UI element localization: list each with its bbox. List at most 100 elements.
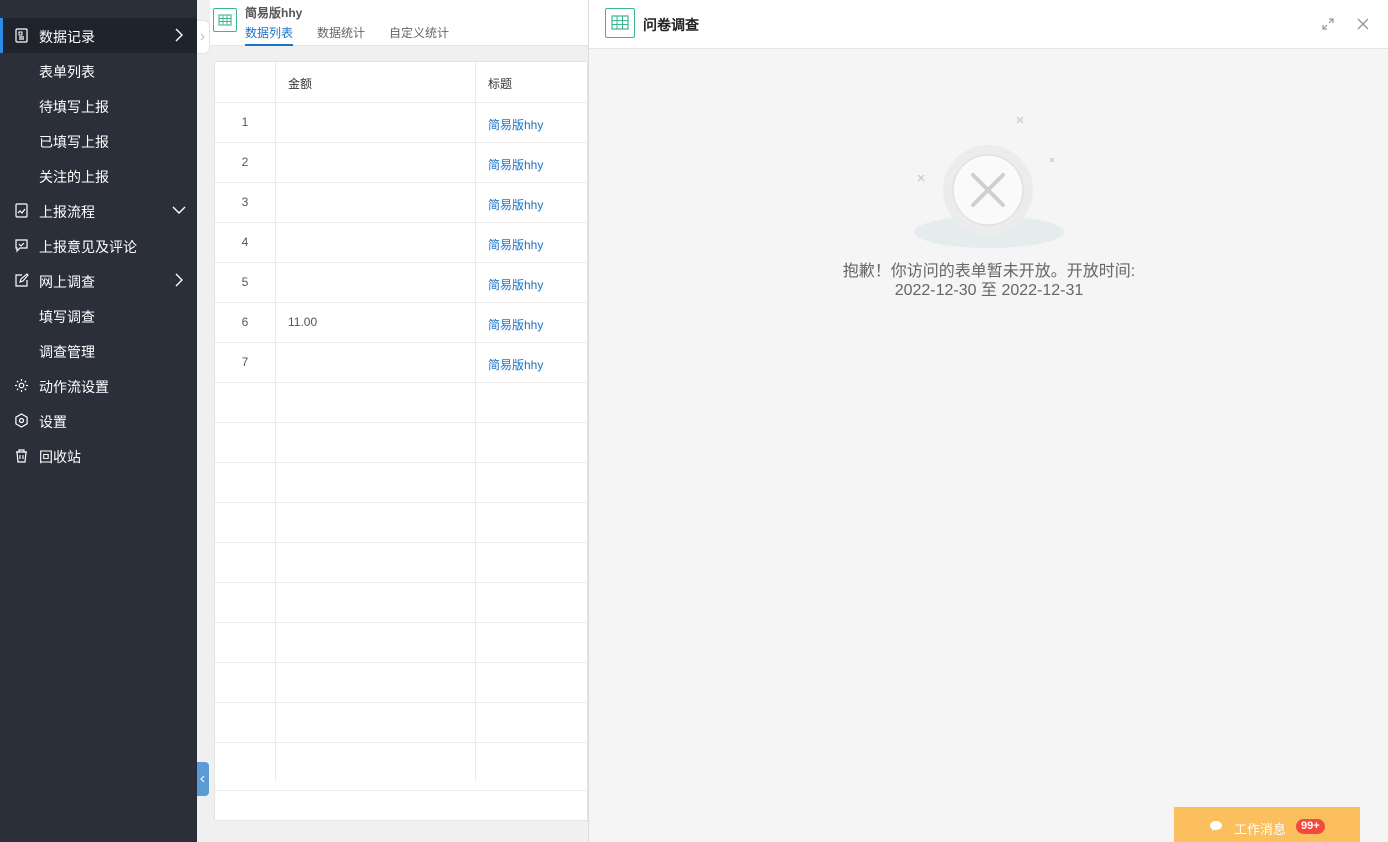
row-divider: [215, 262, 589, 263]
row-divider: [215, 622, 589, 623]
flow-doc-icon: [15, 203, 28, 218]
sidebar-item-label: 动作流设置: [39, 379, 109, 395]
form-header: 简易版hhy 数据列表 数据统计 自定义统计: [210, 0, 588, 46]
row-divider: [215, 462, 589, 463]
row-divider: [215, 662, 589, 663]
table-icon: [213, 8, 237, 32]
comment-icon: [15, 239, 28, 253]
sidebar-item-comments[interactable]: 上报意见及评论: [0, 228, 197, 263]
sidebar-item-data-records[interactable]: 数据记录: [0, 18, 197, 53]
column-divider: [475, 62, 476, 780]
sidebar-item-label: 填写调查: [39, 309, 95, 325]
edit-icon: [15, 273, 29, 287]
row-divider: [215, 502, 589, 503]
expand-handle[interactable]: [197, 20, 210, 54]
sidebar-item-settings[interactable]: 设置: [0, 403, 197, 438]
column-header-amount[interactable]: 金额: [288, 75, 312, 92]
main-content: 简易版hhy 数据列表 数据统计 自定义统计 金额 标题 1 简易版hhy 2 …: [210, 0, 589, 842]
data-table: 金额 标题 1 简易版hhy 2 简易版hhy 3 简易版hhy 4 简易版hh…: [214, 61, 589, 821]
tab-custom-stats[interactable]: 自定义统计: [389, 24, 449, 41]
title-link[interactable]: 简易版hhy: [488, 156, 543, 173]
message-line: 抱歉！你访问的表单暂未开放。开放时间:: [842, 263, 1136, 280]
table-footer-divider: [215, 790, 589, 791]
unread-count-badge: 99+: [1296, 819, 1325, 834]
trash-icon: [16, 449, 27, 463]
row-divider: [215, 222, 589, 223]
work-message-button[interactable]: 工作消息 99+: [1174, 807, 1360, 842]
sidebar-item-label: 调查管理: [39, 344, 95, 360]
title-link[interactable]: 简易版hhy: [488, 276, 543, 293]
hexagon-settings-icon: [15, 413, 28, 428]
title-link[interactable]: 简易版hhy: [488, 116, 543, 133]
row-number: 1: [241, 115, 249, 129]
column-header-title[interactable]: 标题: [488, 75, 512, 92]
row-divider: [215, 422, 589, 423]
sidebar-item-label: 回收站: [39, 449, 81, 465]
title-link[interactable]: 简易版hhy: [488, 196, 543, 213]
row-divider: [215, 582, 589, 583]
chevron-down-icon: [172, 206, 186, 214]
row-divider: [215, 542, 589, 543]
open-period: 2022-12-30 至 2022-12-31: [894, 282, 1084, 299]
expand-icon[interactable]: [1321, 17, 1335, 31]
row-divider: [215, 382, 589, 383]
sidebar-item-label: 待填写上报: [39, 99, 109, 115]
row-divider: [215, 182, 589, 183]
panel-header: 问卷调查: [589, 0, 1388, 49]
chevron-right-icon: [175, 273, 183, 287]
row-divider: [215, 142, 589, 143]
sidebar-item-filled-report[interactable]: 已填写上报: [0, 123, 197, 158]
chevron-right-icon: [200, 33, 205, 41]
row-divider: [215, 302, 589, 303]
sidebar-item-survey-manage[interactable]: 调查管理: [0, 333, 197, 368]
row-number: 4: [241, 235, 249, 249]
sidebar-item-label: 已填写上报: [39, 134, 109, 150]
sidebar-item-label: 表单列表: [39, 64, 95, 80]
chevron-right-icon: [175, 28, 183, 42]
tab-data-list[interactable]: 数据列表: [245, 24, 294, 46]
row-divider: [215, 342, 589, 343]
survey-panel: 问卷调查 抱歉！你访问的表单暂未开放。开放时间: 2022-12-30 至 20…: [588, 0, 1388, 842]
document-icon: [15, 28, 28, 43]
chat-bubble-icon: [1210, 821, 1222, 831]
sidebar-item-label: 关注的上报: [39, 169, 109, 185]
title-link[interactable]: 简易版hhy: [488, 316, 543, 333]
form-title: 简易版hhy: [245, 6, 303, 20]
panel-title: 问卷调查: [643, 17, 699, 33]
work-message-label: 工作消息: [1234, 822, 1287, 837]
sidebar-item-followed-report[interactable]: 关注的上报: [0, 158, 197, 193]
sidebar-item-label: 网上调查: [39, 274, 95, 290]
sidebar-item-pending-report[interactable]: 待填写上报: [0, 88, 197, 123]
row-number: 3: [241, 195, 249, 209]
row-number: 5: [241, 275, 249, 289]
row-number: 6: [241, 315, 249, 329]
sidebar-item-action-flow[interactable]: 动作流设置: [0, 368, 197, 403]
not-open-message: 抱歉！你访问的表单暂未开放。开放时间: 2022-12-30 至 2022-12…: [589, 262, 1388, 300]
gear-icon: [15, 379, 28, 392]
sidebar-item-form-list[interactable]: 表单列表: [0, 53, 197, 88]
close-icon[interactable]: [1356, 17, 1370, 31]
not-available-illustration: [914, 116, 1064, 248]
sidebar-item-report-flow[interactable]: 上报流程: [0, 193, 197, 228]
row-divider: [215, 702, 589, 703]
table-icon: [605, 8, 635, 38]
sidebar-item-online-survey[interactable]: 网上调查: [0, 263, 197, 298]
row-number: 7: [241, 355, 249, 369]
sidebar-item-label: 数据记录: [39, 29, 95, 45]
row-divider: [215, 742, 589, 743]
sidebar-item-label: 上报流程: [39, 204, 95, 220]
title-link[interactable]: 简易版hhy: [488, 356, 543, 373]
sidebar-item-label: 上报意见及评论: [39, 239, 137, 255]
chevron-left-icon: [200, 775, 205, 783]
row-divider: [215, 102, 589, 103]
row-number: 2: [241, 155, 249, 169]
title-link[interactable]: 简易版hhy: [488, 236, 543, 253]
collapse-handle[interactable]: [197, 762, 209, 796]
amount-cell: 11.00: [288, 315, 318, 329]
sidebar-item-recycle-bin[interactable]: 回收站: [0, 438, 197, 473]
sidebar-item-fill-survey[interactable]: 填写调查: [0, 298, 197, 333]
column-divider: [275, 62, 276, 780]
tab-data-stats[interactable]: 数据统计: [317, 24, 365, 41]
sidebar-item-label: 设置: [39, 414, 67, 430]
sidebar: 数据记录 表单列表 待填写上报 已填写上报 关注的上报 上报流程 上报意见及评论…: [0, 0, 197, 842]
